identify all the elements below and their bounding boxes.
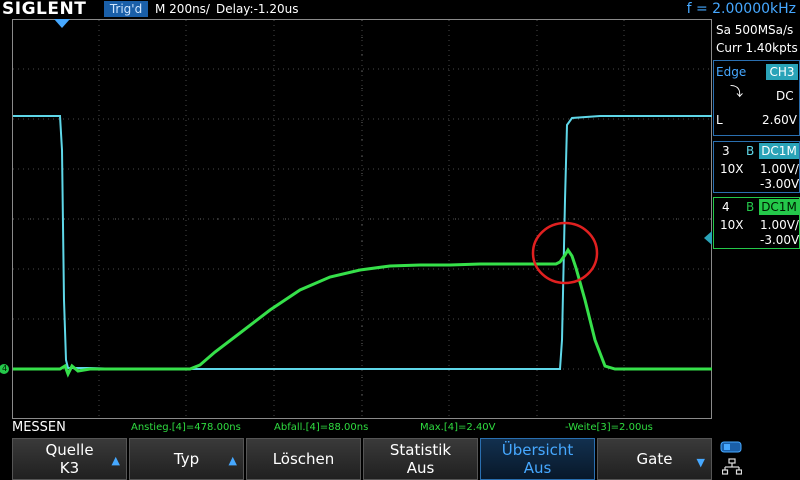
ch3-probe: 10X — [720, 162, 744, 176]
trigger-source: CH3 — [766, 64, 798, 80]
ch4-probe: 10X — [720, 218, 744, 232]
trigger-type: Edge — [716, 65, 747, 79]
usb-icon — [720, 441, 742, 453]
ch3-offset: -3.00V — [760, 177, 800, 191]
measure-fall-time: Abfall.[4]=88.00ns — [274, 422, 369, 433]
sample-rate: Sa 500MSa/s — [716, 23, 794, 37]
trigger-coupling: DC — [776, 89, 794, 103]
arrow-up-icon: ▲ — [228, 454, 237, 467]
softkey-source-value: K3 — [59, 459, 80, 477]
softkey-type[interactable]: Typ ▲ — [129, 438, 244, 480]
measure-max: Max.[4]=2.40V — [420, 422, 496, 433]
softkey-clear-label: Löschen — [272, 450, 335, 468]
arrow-down-icon: ▼ — [696, 456, 705, 469]
ch4-ground-label: 4 — [1, 364, 8, 373]
ch3-number: 3 — [722, 144, 730, 158]
measure-rise-time: Anstieg.[4]=478.00ns — [131, 422, 241, 433]
measure-title: MESSEN — [12, 420, 66, 435]
softkey-type-label: Typ — [173, 450, 200, 468]
softkey-statistics[interactable]: Statistik Aus — [363, 438, 478, 480]
softkey-clear[interactable]: Löschen — [246, 438, 361, 480]
softkey-overview-value: Aus — [523, 459, 552, 477]
softkey-gate-label: Gate — [636, 450, 673, 468]
arrow-up-icon: ▲ — [111, 454, 120, 467]
waveform-display — [0, 19, 712, 418]
trigger-level-marker — [704, 231, 712, 245]
rising-edge-icon: ⤵ — [730, 85, 744, 100]
softkey-statistics-label: Statistik — [389, 441, 452, 459]
softkey-overview-label: Übersicht — [501, 441, 574, 459]
softkey-gate[interactable]: Gate ▼ — [597, 438, 712, 480]
memory-depth: Curr 1.40kpts — [716, 41, 798, 55]
network-icon — [722, 458, 742, 475]
trigger-level-value: 2.60V — [762, 113, 797, 127]
trigger-level-label: L — [716, 113, 723, 127]
softkey-statistics-value: Aus — [406, 459, 435, 477]
ch4-scale: 1.00V/ — [760, 218, 799, 232]
softkey-overview[interactable]: Übersicht Aus — [480, 438, 595, 480]
ch3-bw-limit: B — [746, 144, 755, 158]
ch4-bw-limit: B — [746, 200, 755, 214]
ch3-trace — [13, 115, 712, 370]
ch4-offset: -3.00V — [760, 233, 800, 247]
measure-neg-width: -Weite[3]=2.00us — [565, 422, 653, 433]
ch4-coupling: DC1M — [759, 199, 799, 215]
softkey-source[interactable]: Quelle K3 ▲ — [12, 438, 127, 480]
ch3-coupling: DC1M — [759, 143, 799, 159]
ch3-scale: 1.00V/ — [760, 162, 799, 176]
ch4-number: 4 — [722, 200, 730, 214]
softkey-source-label: Quelle — [45, 441, 94, 459]
trigger-position-marker — [54, 19, 70, 28]
